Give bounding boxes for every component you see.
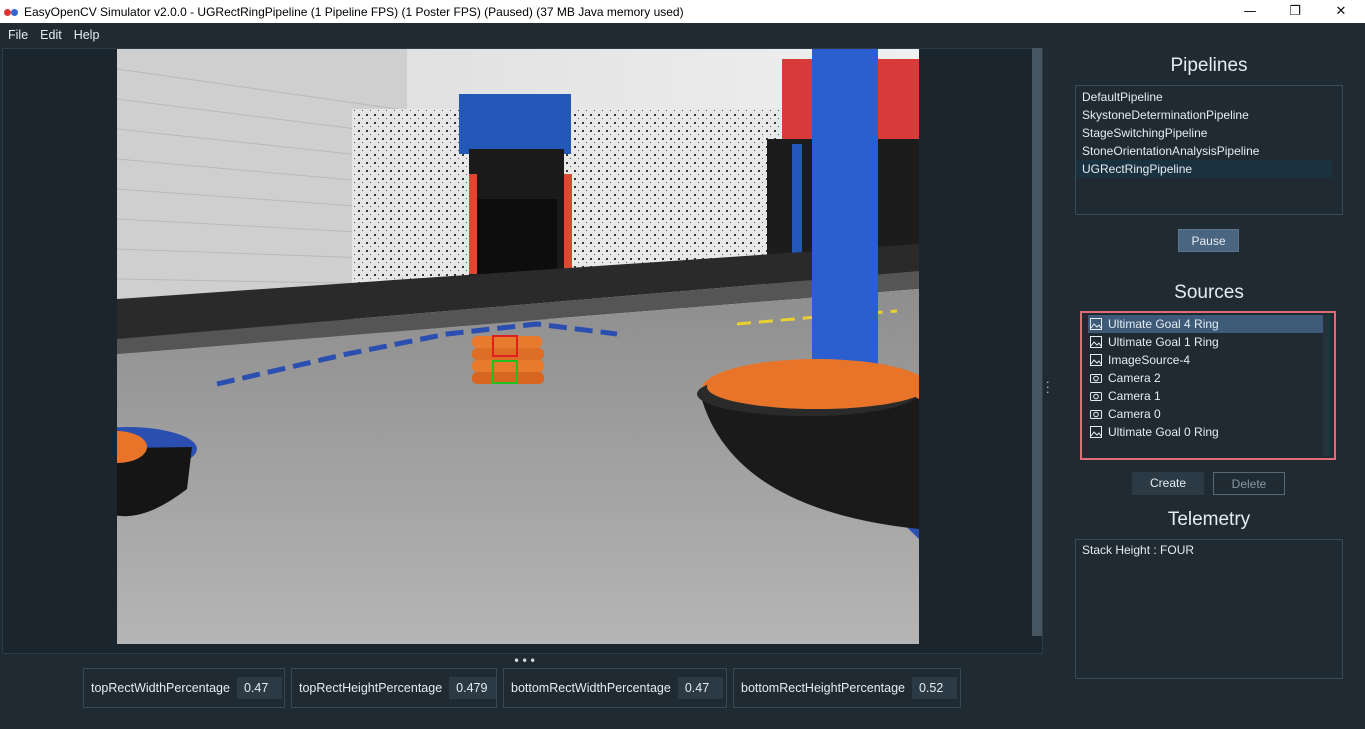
source-item[interactable]: Ultimate Goal 1 Ring [1088, 333, 1324, 351]
tuner-label: bottomRectWidthPercentage [511, 681, 671, 695]
app-logo-icon [4, 6, 20, 18]
pipelines-list: DefaultPipeline SkystoneDeterminationPip… [1075, 85, 1343, 215]
sources-title: Sources [1174, 282, 1244, 303]
pause-button[interactable]: Pause [1178, 229, 1239, 252]
source-label: Camera 1 [1108, 389, 1161, 403]
source-label: Ultimate Goal 1 Ring [1108, 335, 1219, 349]
source-item[interactable]: Ultimate Goal 0 Ring [1088, 423, 1324, 441]
vertical-splitter-handle[interactable]: · · · [1046, 377, 1050, 398]
create-source-button[interactable]: Create [1132, 472, 1204, 495]
camera-image [117, 49, 919, 644]
sources-scrollbar[interactable] [1323, 315, 1331, 456]
menu-bar: File Edit Help [0, 23, 1365, 47]
pipeline-item[interactable]: SkystoneDeterminationPipeline [1076, 106, 1342, 124]
tuner-top-rect-width: topRectWidthPercentage 0.47 [83, 668, 285, 708]
close-button[interactable]: ✕ [1318, 0, 1364, 23]
image-icon [1090, 426, 1102, 438]
viewport-scrollbar[interactable] [1032, 48, 1042, 636]
tuner-bottom-rect-height: bottomRectHeightPercentage 0.52 [733, 668, 961, 708]
tuner-bottom-rect-width: bottomRectWidthPercentage 0.47 [503, 668, 727, 708]
title-bar: EasyOpenCV Simulator v2.0.0 - UGRectRing… [0, 0, 1365, 23]
tuner-value-input[interactable]: 0.47 [236, 677, 282, 699]
source-item[interactable]: ImageSource-4 [1088, 351, 1324, 369]
minimize-button[interactable]: — [1227, 0, 1273, 23]
tuner-value-input[interactable]: 0.52 [911, 677, 957, 699]
image-icon [1090, 354, 1102, 366]
delete-source-button[interactable]: Delete [1213, 472, 1285, 495]
source-item-selected[interactable]: Ultimate Goal 4 Ring [1088, 315, 1324, 333]
tuner-label: topRectWidthPercentage [91, 681, 230, 695]
source-label: Camera 2 [1108, 371, 1161, 385]
pipeline-item[interactable]: StoneOrientationAnalysisPipeline [1076, 142, 1342, 160]
image-icon [1090, 318, 1102, 330]
menu-edit[interactable]: Edit [34, 28, 68, 42]
tuner-value-input[interactable]: 0.479 [449, 677, 496, 699]
pipeline-item[interactable]: DefaultPipeline [1076, 88, 1342, 106]
tuner-label: topRectHeightPercentage [299, 681, 443, 695]
camera-icon [1090, 392, 1102, 401]
tuner-top-rect-height: topRectHeightPercentage 0.479 [291, 668, 497, 708]
source-label: ImageSource-4 [1108, 353, 1191, 367]
telemetry-panel: Stack Height : FOUR [1075, 539, 1343, 679]
tuner-value-input[interactable]: 0.47 [677, 677, 723, 699]
pipeline-item-selected[interactable]: UGRectRingPipeline [1076, 160, 1332, 178]
telemetry-line: Stack Height : FOUR [1082, 543, 1195, 557]
sources-list: Ultimate Goal 4 Ring Ultimate Goal 1 Rin… [1080, 311, 1336, 460]
pipelines-title: Pipelines [1170, 55, 1248, 76]
source-item[interactable]: Camera 2 [1088, 369, 1324, 387]
source-label: Ultimate Goal 4 Ring [1108, 317, 1219, 331]
source-item[interactable]: Camera 0 [1088, 405, 1324, 423]
maximize-button[interactable]: ❐ [1272, 0, 1318, 23]
image-icon [1090, 336, 1102, 348]
camera-frame [117, 49, 919, 644]
camera-icon [1090, 374, 1102, 383]
window-title: EasyOpenCV Simulator v2.0.0 - UGRectRing… [24, 4, 684, 19]
pipeline-item[interactable]: StageSwitchingPipeline [1076, 124, 1342, 142]
horizontal-splitter-handle[interactable]: ••• [513, 654, 536, 668]
tuner-label: bottomRectHeightPercentage [741, 681, 905, 695]
telemetry-title: Telemetry [1167, 509, 1251, 530]
camera-icon [1090, 410, 1102, 419]
source-label: Camera 0 [1108, 407, 1161, 421]
menu-file[interactable]: File [2, 28, 34, 42]
source-label: Ultimate Goal 0 Ring [1108, 425, 1219, 439]
menu-help[interactable]: Help [68, 28, 106, 42]
source-item[interactable]: Camera 1 [1088, 387, 1324, 405]
